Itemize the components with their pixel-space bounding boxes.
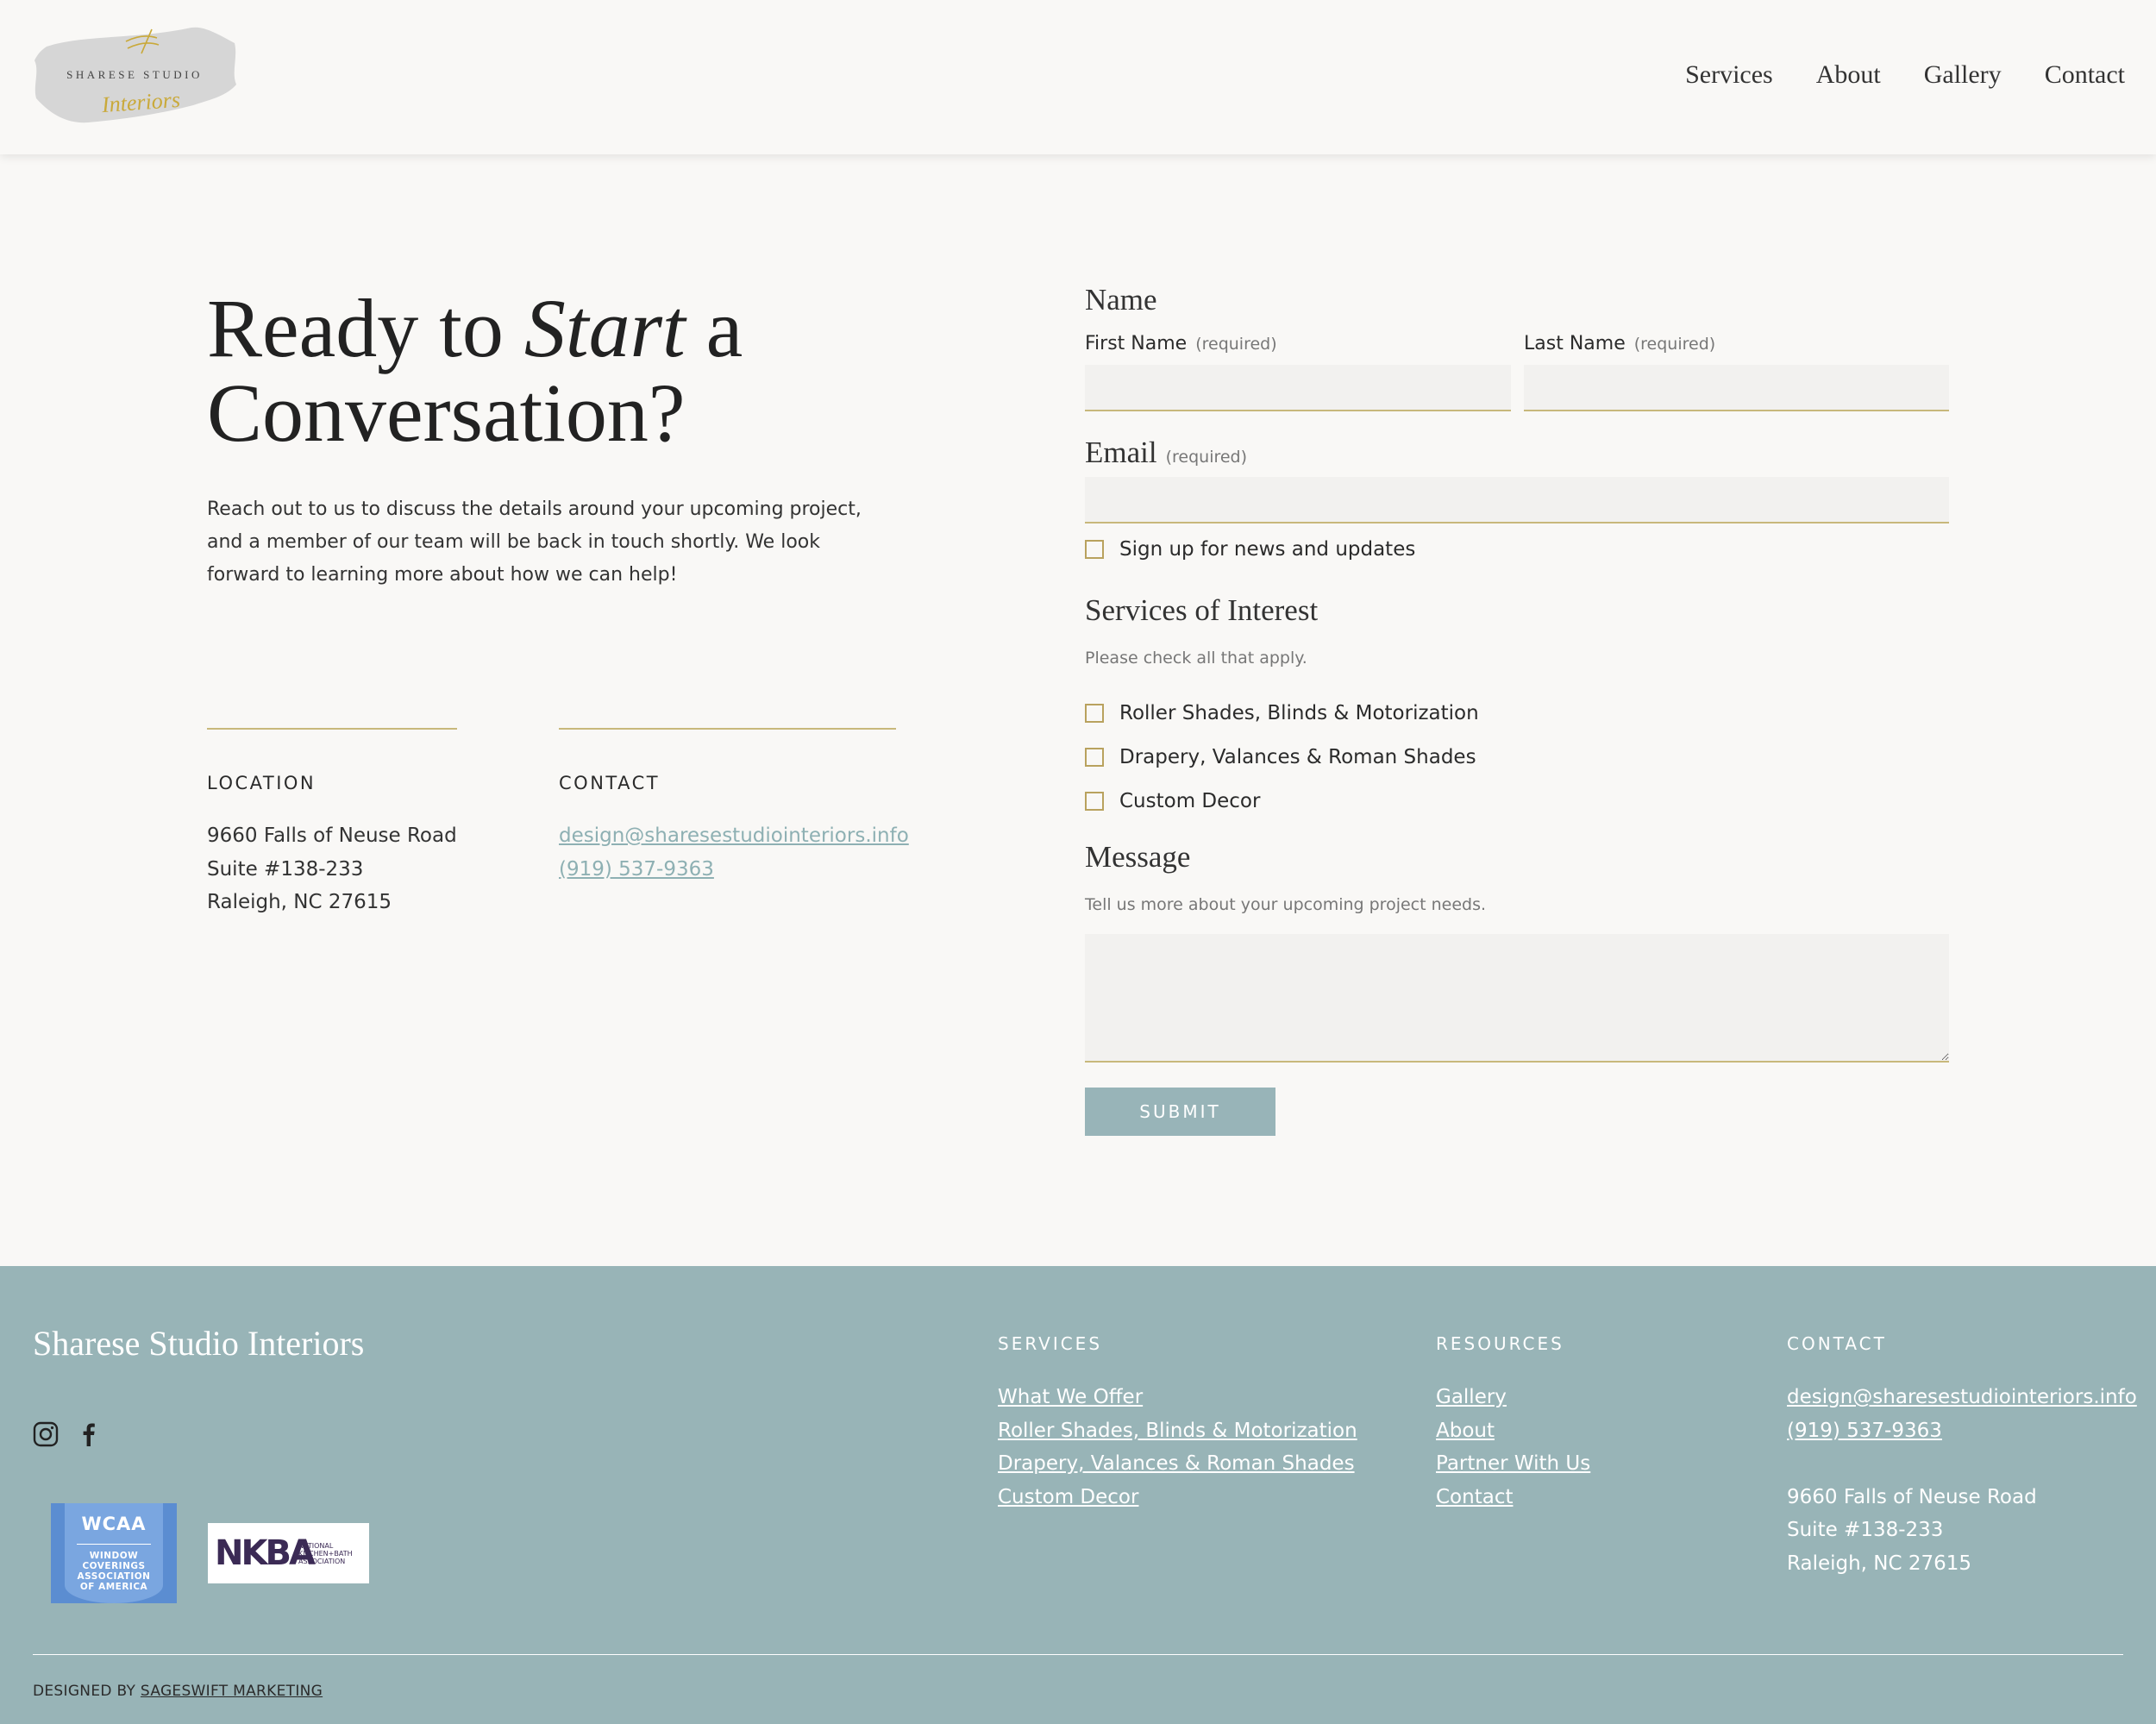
- title-part-2: a: [705, 282, 743, 374]
- location-divider: [207, 728, 457, 730]
- wcaa-line: OF AMERICA: [79, 1582, 148, 1592]
- required-hint: (required): [1633, 335, 1716, 354]
- logo-script: Interiors: [101, 86, 181, 118]
- footer-resources-links: Gallery About Partner With Us Contact: [1436, 1381, 1590, 1514]
- message-section-title: Message: [1085, 840, 1191, 874]
- last-name-label-text: Last Name: [1524, 333, 1626, 354]
- services-section-title: Services of Interest: [1085, 593, 1319, 627]
- footer-brand: Sharese Studio Interiors: [33, 1324, 365, 1363]
- main-nav: Services About Gallery Contact: [1685, 60, 2125, 90]
- footer-services-links: What We Offer Roller Shades, Blinds & Mo…: [998, 1381, 1357, 1514]
- page-title: Ready to Start a Conversation?: [207, 286, 983, 455]
- designer-credit: DESIGNED BY SAGESWIFT MARKETING: [33, 1683, 323, 1700]
- newsletter-checkbox[interactable]: [1085, 540, 1104, 559]
- email-title-text: Email: [1085, 436, 1157, 469]
- instagram-icon[interactable]: [33, 1421, 59, 1447]
- title-italic: Start: [523, 282, 686, 374]
- name-section-title: Name: [1085, 283, 1157, 317]
- credit-prefix: DESIGNED BY: [33, 1683, 136, 1700]
- footer-link-what-we-offer[interactable]: What We Offer: [998, 1381, 1357, 1414]
- contact-heading: CONTACT: [559, 773, 661, 793]
- facebook-icon[interactable]: [76, 1421, 102, 1447]
- wcaa-line: ASSOCIATION: [77, 1571, 151, 1582]
- title-line-2: Conversation?: [207, 367, 686, 459]
- footer-link-drapery[interactable]: Drapery, Valances & Roman Shades: [998, 1447, 1357, 1481]
- intro-text: Reach out to us to discuss the details a…: [207, 498, 862, 586]
- site-logo[interactable]: SHARESE STUDIO Interiors: [31, 22, 238, 133]
- required-hint: (required): [1195, 335, 1277, 354]
- wcaa-subtitle: WINDOW COVERINGS ASSOCIATION OF AMERICA: [51, 1551, 177, 1592]
- wcaa-badge: WCAA WINDOW COVERINGS ASSOCIATION OF AME…: [51, 1503, 177, 1603]
- wcaa-rule: [77, 1544, 151, 1545]
- service-checkbox[interactable]: [1085, 792, 1104, 811]
- footer-link-partner[interactable]: Partner With Us: [1436, 1447, 1590, 1481]
- service-checkbox[interactable]: [1085, 748, 1104, 767]
- location-heading: LOCATION: [207, 773, 317, 793]
- nav-contact[interactable]: Contact: [2045, 60, 2125, 90]
- credit-link[interactable]: SAGESWIFT MARKETING: [141, 1683, 323, 1700]
- footer-email-link[interactable]: design@sharesestudiointeriors.info: [1787, 1381, 2137, 1414]
- logo-wordmark: SHARESE STUDIO: [66, 68, 203, 81]
- address-line: Raleigh, NC 27615: [207, 891, 392, 913]
- service-option-decor[interactable]: Custom Decor: [1085, 790, 1260, 812]
- nav-about[interactable]: About: [1816, 60, 1881, 90]
- contact-details: design@sharesestudiointeriors.info (919)…: [559, 819, 909, 886]
- footer-contact-details: design@sharesestudiointeriors.info (919)…: [1787, 1381, 2137, 1580]
- email-input[interactable]: [1085, 477, 1949, 523]
- service-label: Custom Decor: [1119, 790, 1261, 812]
- first-name-label-text: First Name: [1085, 333, 1188, 354]
- location-address: 9660 Falls of Neuse Road Suite #138-233 …: [207, 819, 457, 919]
- first-name-input[interactable]: [1085, 365, 1511, 411]
- footer-address-line: Raleigh, NC 27615: [1787, 1552, 1972, 1575]
- nav-services[interactable]: Services: [1685, 60, 1773, 90]
- footer-address-line: 9660 Falls of Neuse Road: [1787, 1485, 2037, 1508]
- newsletter-label: Sign up for news and updates: [1119, 538, 1416, 561]
- footer-resources-heading: RESOURCES: [1436, 1333, 1564, 1354]
- footer-link-custom-decor[interactable]: Custom Decor: [998, 1481, 1357, 1514]
- message-hint: Tell us more about your upcoming project…: [1085, 895, 1487, 914]
- footer-link-about[interactable]: About: [1436, 1414, 1590, 1448]
- service-label: Drapery, Valances & Roman Shades: [1119, 746, 1476, 768]
- nkba-line: NATIONAL: [298, 1542, 334, 1550]
- footer-address-line: Suite #138-233: [1787, 1519, 1944, 1541]
- footer-spacer: [1787, 1447, 2137, 1481]
- footer-phone-link[interactable]: (919) 537-9363: [1787, 1414, 2137, 1448]
- service-option-drapery[interactable]: Drapery, Valances & Roman Shades: [1085, 746, 1476, 768]
- address-line: Suite #138-233: [207, 857, 364, 881]
- nkba-badge: NKBA NATIONAL KITCHEN+BATH ASSOCIATION: [208, 1523, 369, 1583]
- services-hint: Please check all that apply.: [1085, 649, 1307, 668]
- last-name-label: Last Name (required): [1524, 333, 1715, 354]
- footer-services-heading: SERVICES: [998, 1333, 1103, 1354]
- address-line: 9660 Falls of Neuse Road: [207, 824, 457, 847]
- contact-email-link[interactable]: design@sharesestudiointeriors.info: [559, 819, 909, 853]
- footer-link-roller-shades[interactable]: Roller Shades, Blinds & Motorization: [998, 1414, 1357, 1448]
- nkba-line: ASSOCIATION: [298, 1558, 346, 1565]
- footer-link-contact[interactable]: Contact: [1436, 1481, 1590, 1514]
- footer-contact-heading: CONTACT: [1787, 1333, 1887, 1354]
- service-checkbox[interactable]: [1085, 704, 1104, 723]
- site-footer: Sharese Studio Interiors WCAA WINDOW COV…: [0, 1266, 2156, 1724]
- nkba-subtitle: NATIONAL KITCHEN+BATH ASSOCIATION: [298, 1542, 353, 1565]
- contact-phone-link[interactable]: (919) 537-9363: [559, 853, 909, 887]
- footer-divider: [33, 1654, 2123, 1655]
- last-name-input[interactable]: [1524, 365, 1949, 411]
- title-part-1: Ready to: [207, 282, 504, 374]
- wcaa-line: COVERINGS: [82, 1561, 146, 1571]
- message-textarea[interactable]: [1085, 934, 1949, 1063]
- service-option-roller[interactable]: Roller Shades, Blinds & Motorization: [1085, 702, 1479, 724]
- wcaa-line: WINDOW: [89, 1551, 139, 1561]
- required-hint: (required): [1165, 448, 1248, 467]
- wcaa-title: WCAA: [81, 1514, 147, 1534]
- footer-link-gallery[interactable]: Gallery: [1436, 1381, 1590, 1414]
- social-links: [33, 1421, 102, 1447]
- email-section-title: Email (required): [1085, 436, 1247, 470]
- contact-divider: [559, 728, 896, 730]
- newsletter-option[interactable]: Sign up for news and updates: [1085, 538, 1415, 561]
- nav-gallery[interactable]: Gallery: [1924, 60, 2002, 90]
- submit-button[interactable]: SUBMIT: [1085, 1088, 1275, 1136]
- service-label: Roller Shades, Blinds & Motorization: [1119, 702, 1479, 724]
- site-header: SHARESE STUDIO Interiors Services About …: [0, 0, 2156, 154]
- first-name-label: First Name (required): [1085, 333, 1277, 354]
- nkba-line: KITCHEN+BATH: [298, 1550, 353, 1558]
